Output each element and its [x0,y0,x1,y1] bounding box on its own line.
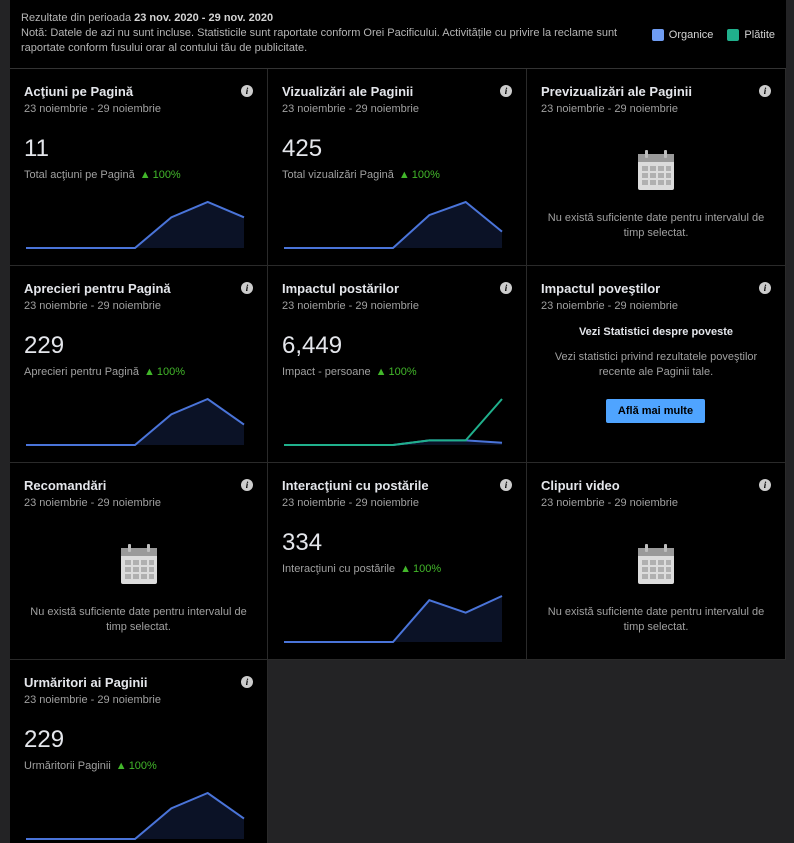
info-icon[interactable]: i [759,282,771,294]
period-range: 23 nov. 2020 - 29 nov. 2020 [134,12,274,24]
info-icon[interactable]: i [759,479,771,491]
sparkline-area [284,596,502,642]
trend-up-icon: ▲ [375,366,387,378]
calendar-icon [638,544,674,584]
metric-label: Urmăritorii Paginii [24,760,111,772]
sparkline-area [26,793,244,839]
info-icon[interactable]: i [241,676,253,688]
sparkline-chart [284,200,503,249]
no-data-message: Nu există suficiente date pentru interva… [547,606,765,633]
date-range: 23 noiembrie - 29 noiembrie [541,497,678,509]
card-title: Previzualizări ale Paginii [541,84,693,99]
header-bar: Rezultate din perioada 23 nov. 2020 - 29… [10,0,786,69]
card-title: Recomandări [24,478,107,493]
card-title: Interacţiuni cu postările [282,478,429,493]
card-title: Acţiuni pe Pagină [24,84,134,99]
date-range: 23 noiembrie - 29 noiembrie [24,103,161,115]
metric-value: 11 [24,135,49,162]
metric-label: Impact - persoane [282,366,371,378]
date-range: 23 noiembrie - 29 noiembrie [282,103,419,115]
card-title: Aprecieri pentru Pagină [24,281,171,296]
trend-up-icon: ▲ [400,563,412,575]
calendar-icon [638,150,674,190]
metric-value: 425 [282,135,323,162]
sparkline-chart [284,398,503,446]
date-range: 23 noiembrie - 29 noiembrie [282,497,419,509]
metric-label: Aprecieri pentru Pagină [24,366,139,378]
learn-more-button[interactable]: Află mai multe [606,399,705,423]
card-page-likes[interactable]: Aprecieri pentru Pagină 23 noiembrie - 2… [10,266,268,463]
card-title: Impactul poveştilor [541,281,661,296]
date-range: 23 noiembrie - 29 noiembrie [24,300,161,312]
trend-up-icon: ▲ [139,169,151,181]
sparkline-chart [26,397,245,446]
card-title: Urmăritori ai Paginii [24,675,148,690]
story-insights-text: Vezi statistici privind rezultatele pove… [554,351,758,378]
note-text: Datele de azi nu sunt incluse. Statistic… [21,27,618,54]
metric-value: 229 [24,332,65,359]
card-post-reach[interactable]: Impactul postărilor 23 noiembrie - 29 no… [268,266,527,463]
insights-panel: Rezultate din perioada 23 nov. 2020 - 29… [10,0,786,843]
card-page-views[interactable]: Vizualizări ale Paginii 23 noiembrie - 2… [268,69,527,266]
calendar-icon [120,544,157,584]
legend-paid[interactable]: Plătite [727,29,775,41]
info-icon[interactable]: i [241,479,253,491]
date-range: 23 noiembrie - 29 noiembrie [541,300,678,312]
card-page-actions[interactable]: Acţiuni pe Pagină 23 noiembrie - 29 noie… [10,69,268,266]
trend-up-icon: ▲ [398,169,410,181]
card-title: Clipuri video [541,478,620,493]
sparkline-chart [26,791,245,840]
no-data-message: Nu există suficiente date pentru interva… [547,212,765,239]
sparkline-paid-line [284,398,503,446]
note-label: Notă: [21,27,48,39]
card-videos[interactable]: Clipuri video 23 noiembrie - 29 noiembri… [527,463,786,660]
date-range: 23 noiembrie - 29 noiembrie [282,300,419,312]
metric-value: 334 [282,529,323,556]
trend-percent: 100% [156,366,185,378]
organic-swatch [651,29,664,41]
card-page-followers[interactable]: Urmăritori ai Paginii 23 noiembrie - 29 … [10,660,268,843]
paid-swatch [727,29,740,41]
period-label: Rezultate din perioada [21,12,132,24]
trend-percent: 100% [388,366,417,378]
info-icon[interactable]: i [241,282,253,294]
card-recommendations[interactable]: Recomandări 23 noiembrie - 29 noiembrie … [10,463,268,660]
sparkline-chart [284,595,503,643]
trend-percent: 100% [128,760,157,772]
card-story-reach[interactable]: Impactul poveştilor 23 noiembrie - 29 no… [527,266,786,463]
trend-percent: 100% [413,563,442,575]
story-insights-heading: Vezi Statistici despre poveste [578,326,734,338]
metric-value: 229 [24,726,65,753]
metric-label: Total vizualizări Pagină [282,169,394,181]
date-range: 23 noiembrie - 29 noiembrie [24,694,161,706]
legend: Organice Plătite [651,29,775,41]
date-range: 23 noiembrie - 29 noiembrie [541,103,678,115]
trend-up-icon: ▲ [143,366,155,378]
card-title: Impactul postărilor [282,281,400,296]
info-icon[interactable]: i [500,282,512,294]
sparkline-chart [26,200,245,249]
date-range: 23 noiembrie - 29 noiembrie [24,497,161,509]
legend-organic[interactable]: Organice [651,29,713,41]
info-icon[interactable]: i [759,85,771,97]
card-title: Vizualizări ale Paginii [282,84,414,99]
sparkline-area [284,202,502,248]
info-icon[interactable]: i [241,85,253,97]
metric-value: 6,449 [282,332,343,359]
trend-up-icon: ▲ [115,760,127,772]
card-post-engagement[interactable]: Interacţiuni cu postările 23 noiembrie -… [268,463,527,660]
trend-percent: 100% [152,169,181,181]
sparkline-area [26,399,244,445]
sparkline-area [26,202,244,248]
info-icon[interactable]: i [500,479,512,491]
metric-label: Total acţiuni pe Pagină [24,169,135,181]
no-data-message: Nu există suficiente date pentru interva… [30,606,247,633]
trend-percent: 100% [411,169,440,181]
info-icon[interactable]: i [500,85,512,97]
metric-label: Interacţiuni cu postările [282,563,396,575]
card-page-previews[interactable]: Previzualizări ale Paginii 23 noiembrie … [527,69,786,266]
